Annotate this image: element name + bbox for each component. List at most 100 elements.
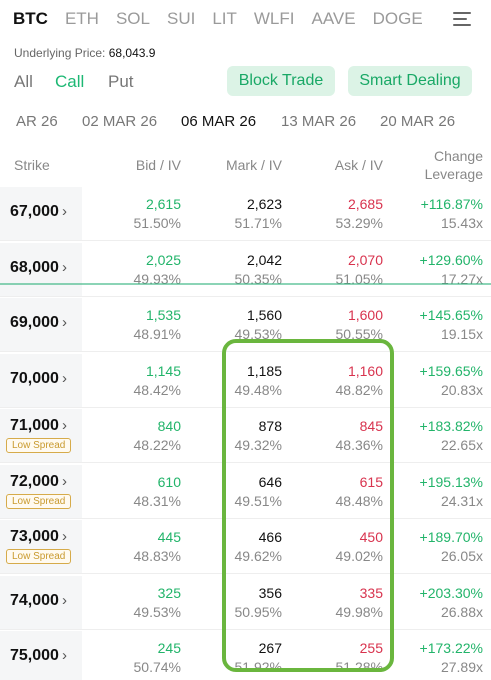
coin-tab-list: BTC ETH SOL SUI LIT WLFI AAVE DOGE — [0, 9, 491, 29]
coin-tab-lit[interactable]: LIT — [212, 9, 237, 29]
leverage: 27.89x — [440, 659, 483, 675]
strike-value: 72,000 — [10, 472, 59, 490]
bid-price[interactable]: 2,025 — [146, 252, 181, 268]
ask-price[interactable]: 1,600 — [348, 307, 383, 323]
change-percent: +189.70% — [419, 529, 483, 545]
date-tab[interactable]: 13 MAR 26 — [281, 113, 356, 130]
strike-value: 74,000 — [10, 591, 59, 609]
filter-call[interactable]: Call — [55, 72, 84, 92]
low-spread-badge: Low Spread — [6, 549, 72, 564]
coin-tab-aave[interactable]: AAVE — [312, 9, 356, 29]
coin-tab-sui[interactable]: SUI — [167, 9, 195, 29]
change-percent: +129.60% — [419, 251, 483, 268]
leverage: 26.05x — [440, 548, 483, 564]
change-percent: +195.13% — [419, 473, 483, 490]
leverage: 22.65x — [440, 437, 483, 453]
option-row[interactable]: 68,000 › 2,025 49.93% 2,042 50.35% 2,070 51.05%… — [0, 242, 491, 297]
change-percent: +183.82% — [419, 418, 483, 434]
filter-put[interactable]: Put — [108, 72, 134, 92]
underlying-price-label: Underlying Price: — [14, 46, 106, 60]
chevron-right-icon: › — [61, 472, 67, 490]
ask-price[interactable]: 2,070 — [348, 252, 383, 268]
coin-tab-wlfi[interactable]: WLFI — [254, 9, 295, 29]
header-mark: Mark / IV — [225, 157, 282, 173]
strike-price[interactable]: 75,000 › — [10, 647, 67, 665]
chevron-right-icon: › — [61, 647, 67, 664]
strike-value: 73,000 — [10, 528, 59, 545]
strike-value: 68,000 — [10, 258, 59, 276]
date-tab-active[interactable]: 06 MAR 26 — [181, 113, 256, 130]
leverage: 15.43x — [440, 215, 483, 231]
date-tab[interactable]: AR 26 — [16, 113, 58, 130]
chevron-right-icon: › — [61, 203, 67, 220]
strike-price[interactable]: 71,000 › — [10, 417, 67, 435]
bid-price[interactable]: 1,535 — [146, 307, 181, 323]
underlying-price-line — [0, 283, 491, 285]
bid-iv: 49.53% — [133, 603, 181, 620]
bid-price[interactable]: 610 — [158, 474, 181, 490]
header-bid: Bid / IV — [135, 157, 181, 173]
chevron-right-icon: › — [61, 417, 67, 434]
strike-value: 69,000 — [10, 314, 59, 331]
strike-value: 70,000 — [10, 369, 59, 387]
strike-value: 75,000 — [10, 647, 59, 664]
bid-iv: 50.74% — [133, 659, 181, 675]
mark-price: 1,560 — [246, 307, 282, 323]
strike-value: 71,000 — [10, 417, 59, 434]
ask-price[interactable]: 2,685 — [348, 196, 383, 212]
coin-tab-eth[interactable]: ETH — [65, 9, 99, 29]
strike-price[interactable]: 67,000 › — [10, 203, 67, 221]
underlying-price: Underlying Price: 68,043.9 — [14, 46, 155, 60]
coin-tabs: BTC ETH SOL SUI LIT WLFI AAVE DOGE — [0, 0, 491, 38]
low-spread-badge: Low Spread — [6, 493, 72, 509]
mark-price: 2,042 — [246, 251, 282, 268]
strike-price[interactable]: 74,000 › — [10, 592, 67, 610]
header-ask: Ask / IV — [334, 157, 383, 173]
header-change: Change — [433, 148, 483, 164]
chevron-right-icon: › — [61, 591, 67, 609]
strike-price[interactable]: 72,000 › — [10, 473, 67, 491]
bid-price[interactable]: 840 — [158, 418, 181, 434]
bid-iv: 48.42% — [133, 381, 181, 398]
strike-price[interactable]: 70,000 › — [10, 370, 67, 388]
date-tab[interactable]: 02 MAR 26 — [82, 113, 157, 130]
block-trade-button[interactable]: Block Trade — [227, 66, 335, 96]
chevron-right-icon: › — [61, 258, 67, 276]
filter-all[interactable]: All — [14, 72, 33, 92]
bid-price[interactable]: 245 — [158, 640, 181, 656]
change-percent: +203.30% — [419, 584, 483, 601]
bid-price[interactable]: 325 — [158, 585, 181, 601]
strike-price[interactable]: 69,000 › — [10, 314, 67, 332]
change-percent: +173.22% — [419, 640, 483, 656]
chevron-right-icon: › — [61, 314, 67, 331]
bid-iv: 48.83% — [133, 548, 181, 564]
bid-iv: 48.31% — [133, 492, 181, 509]
date-tab[interactable]: 20 MAR 26 — [380, 113, 455, 130]
coin-tab-sol[interactable]: SOL — [116, 9, 150, 29]
chevron-right-icon: › — [61, 528, 67, 545]
bid-price[interactable]: 445 — [158, 529, 181, 545]
header-strike: Strike — [14, 157, 50, 173]
strike-price[interactable]: 68,000 › — [10, 259, 67, 277]
ask-iv: 53.29% — [335, 215, 383, 231]
highlight-box — [222, 339, 394, 672]
change-percent: +116.87% — [420, 196, 483, 212]
smart-dealing-button[interactable]: Smart Dealing — [348, 66, 472, 96]
bid-iv: 51.50% — [133, 215, 181, 231]
chevron-right-icon: › — [61, 369, 67, 387]
leverage: 20.83x — [440, 381, 483, 398]
low-spread-badge: Low Spread — [6, 438, 72, 453]
leverage: 24.31x — [440, 492, 483, 509]
coin-tab-doge[interactable]: DOGE — [373, 9, 423, 29]
header-leverage: Leverage — [424, 166, 483, 182]
bid-price[interactable]: 2,615 — [146, 196, 181, 212]
leverage: 26.88x — [440, 603, 483, 620]
hamburger-icon[interactable] — [453, 10, 473, 28]
coin-tab-btc[interactable]: BTC — [13, 9, 48, 29]
option-row[interactable]: 67,000 › 2,615 51.50% 2,623 51.71% 2,685 53.29%… — [0, 186, 491, 241]
mark-price: 2,623 — [246, 196, 282, 212]
leverage: 19.15x — [440, 326, 483, 342]
strike-price[interactable]: 73,000 › — [10, 528, 67, 546]
change-percent: +145.65% — [419, 307, 483, 323]
bid-price[interactable]: 1,145 — [146, 363, 181, 379]
